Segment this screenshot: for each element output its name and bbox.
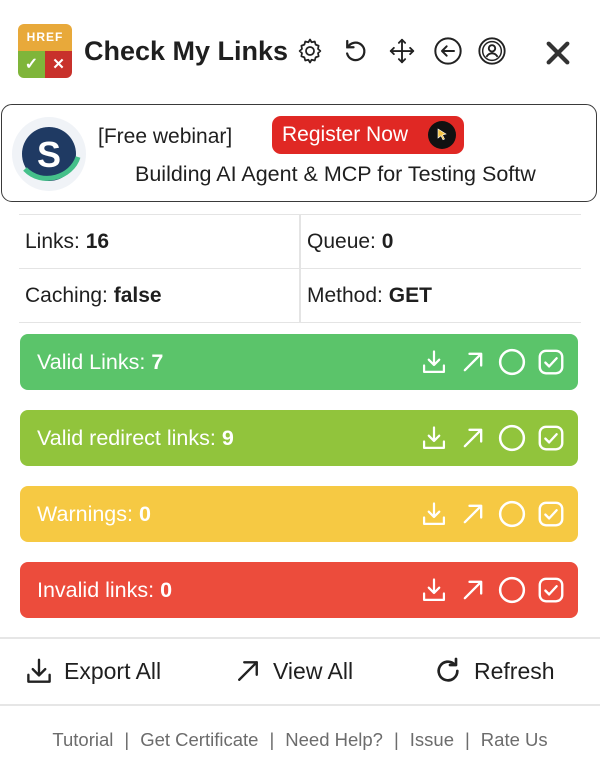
warnings-bar[interactable]: Warnings: 0	[20, 486, 578, 542]
divider	[0, 704, 600, 706]
valid-links-count: 7	[151, 350, 164, 374]
caching-stat: Caching: false	[25, 269, 162, 322]
webinar-logo: S	[12, 117, 86, 191]
divider	[299, 269, 301, 322]
method-stat: Method: GET	[307, 269, 432, 322]
app-logo: HREF ✓ ✕	[18, 24, 72, 78]
highlight-circle-icon[interactable]	[496, 498, 527, 530]
download-icon[interactable]	[418, 574, 449, 606]
highlight-circle-icon[interactable]	[496, 346, 527, 378]
valid-links-label: Valid Links:	[37, 350, 146, 374]
valid-links-bar[interactable]: Valid Links: 7	[20, 334, 578, 390]
footer-separator: |	[464, 729, 470, 750]
warnings-text: Warnings: 0	[37, 486, 151, 542]
open-external-icon	[238, 661, 258, 681]
checkbox-icon[interactable]	[535, 422, 566, 454]
footer-separator: |	[269, 729, 275, 750]
view-all-label: View All	[273, 657, 354, 684]
rate-us-link[interactable]: Rate Us	[481, 729, 548, 751]
caching-label: Caching:	[25, 284, 108, 307]
checkbox-icon[interactable]	[535, 574, 566, 606]
refresh-label: Refresh	[474, 657, 555, 684]
divider	[299, 215, 301, 268]
divider	[0, 637, 600, 639]
logo-text: HREF	[18, 24, 72, 51]
app-title: Check My Links	[84, 36, 289, 66]
footer-links: Tutorial | Get Certificate | Need Help? …	[0, 720, 600, 760]
warnings-label: Warnings:	[37, 502, 133, 526]
logo-check-icon: ✓	[18, 51, 45, 78]
logo-cross-icon: ✕	[45, 51, 72, 78]
refresh-icon[interactable]	[339, 34, 373, 68]
need-help-link[interactable]: Need Help?	[285, 729, 383, 751]
stats-table: Links: 16 Queue: 0 Caching: false Method…	[19, 214, 581, 323]
account-icon[interactable]	[475, 34, 509, 68]
download-icon[interactable]	[418, 346, 449, 378]
warnings-count: 0	[138, 502, 151, 526]
refresh-icon	[437, 657, 459, 682]
export-all-label: Export All	[64, 657, 162, 684]
queue-stat: Queue: 0	[307, 215, 393, 268]
method-label: Method:	[307, 284, 383, 307]
stats-row: Caching: false Method: GET	[19, 269, 581, 323]
invalid-links-count: 0	[160, 578, 173, 602]
download-icon	[27, 658, 51, 683]
get-certificate-link[interactable]: Get Certificate	[140, 729, 258, 751]
footer-separator: |	[124, 729, 130, 750]
move-icon[interactable]	[385, 34, 419, 68]
view-all-button[interactable]: View All	[233, 640, 353, 702]
close-icon[interactable]	[538, 33, 578, 73]
pointer-cursor-icon	[428, 121, 456, 149]
download-icon[interactable]	[418, 422, 449, 454]
svg-text:S: S	[37, 134, 61, 175]
invalid-links-bar[interactable]: Invalid links: 0	[20, 562, 578, 618]
issue-link[interactable]: Issue	[410, 729, 454, 751]
open-external-icon[interactable]	[457, 498, 488, 530]
queue-label: Queue:	[307, 230, 376, 253]
bar-actions	[418, 574, 566, 606]
caching-value: false	[113, 284, 162, 307]
valid-redirect-links-text: Valid redirect links: 9	[37, 410, 234, 466]
webinar-title: [Free webinar]	[98, 125, 233, 148]
links-value: 16	[85, 230, 110, 253]
webinar-subtitle: Building AI Agent & MCP for Testing Soft…	[135, 162, 536, 186]
bar-actions	[418, 346, 566, 378]
stats-row: Links: 16 Queue: 0	[19, 214, 581, 269]
links-stat: Links: 16	[25, 215, 109, 268]
register-now-button[interactable]: Register Now	[272, 116, 464, 154]
queue-value: 0	[381, 230, 394, 253]
checkbox-icon[interactable]	[535, 346, 566, 378]
invalid-links-label: Invalid links:	[37, 578, 155, 602]
gear-icon[interactable]	[293, 34, 327, 68]
method-value: GET	[388, 284, 432, 307]
bar-actions	[418, 498, 566, 530]
valid-redirect-links-bar[interactable]: Valid redirect links: 9	[20, 410, 578, 466]
header: HREF ✓ ✕ Check My Links	[0, 0, 600, 104]
open-external-icon[interactable]	[457, 574, 488, 606]
footer-separator: |	[393, 729, 399, 750]
open-external-icon[interactable]	[457, 422, 488, 454]
valid-redirect-links-label: Valid redirect links:	[37, 426, 216, 450]
export-all-button[interactable]: Export All	[24, 640, 161, 702]
valid-redirect-links-count: 9	[221, 426, 234, 450]
webinar-banner[interactable]: S [Free webinar] Register Now Building A…	[1, 104, 597, 202]
valid-links-text: Valid Links: 7	[37, 334, 163, 390]
highlight-circle-icon[interactable]	[496, 422, 527, 454]
download-icon[interactable]	[418, 498, 449, 530]
refresh-button[interactable]: Refresh	[432, 640, 555, 702]
checkbox-icon[interactable]	[535, 498, 566, 530]
links-label: Links:	[25, 230, 80, 253]
invalid-links-text: Invalid links: 0	[37, 562, 172, 618]
tutorial-link[interactable]: Tutorial	[52, 729, 113, 751]
back-arrow-icon[interactable]	[431, 34, 465, 68]
bar-actions	[418, 422, 566, 454]
register-now-label: Register Now	[282, 123, 409, 146]
bottom-actions: Export All View All Refresh	[0, 640, 600, 702]
open-external-icon[interactable]	[457, 346, 488, 378]
highlight-circle-icon[interactable]	[496, 574, 527, 606]
